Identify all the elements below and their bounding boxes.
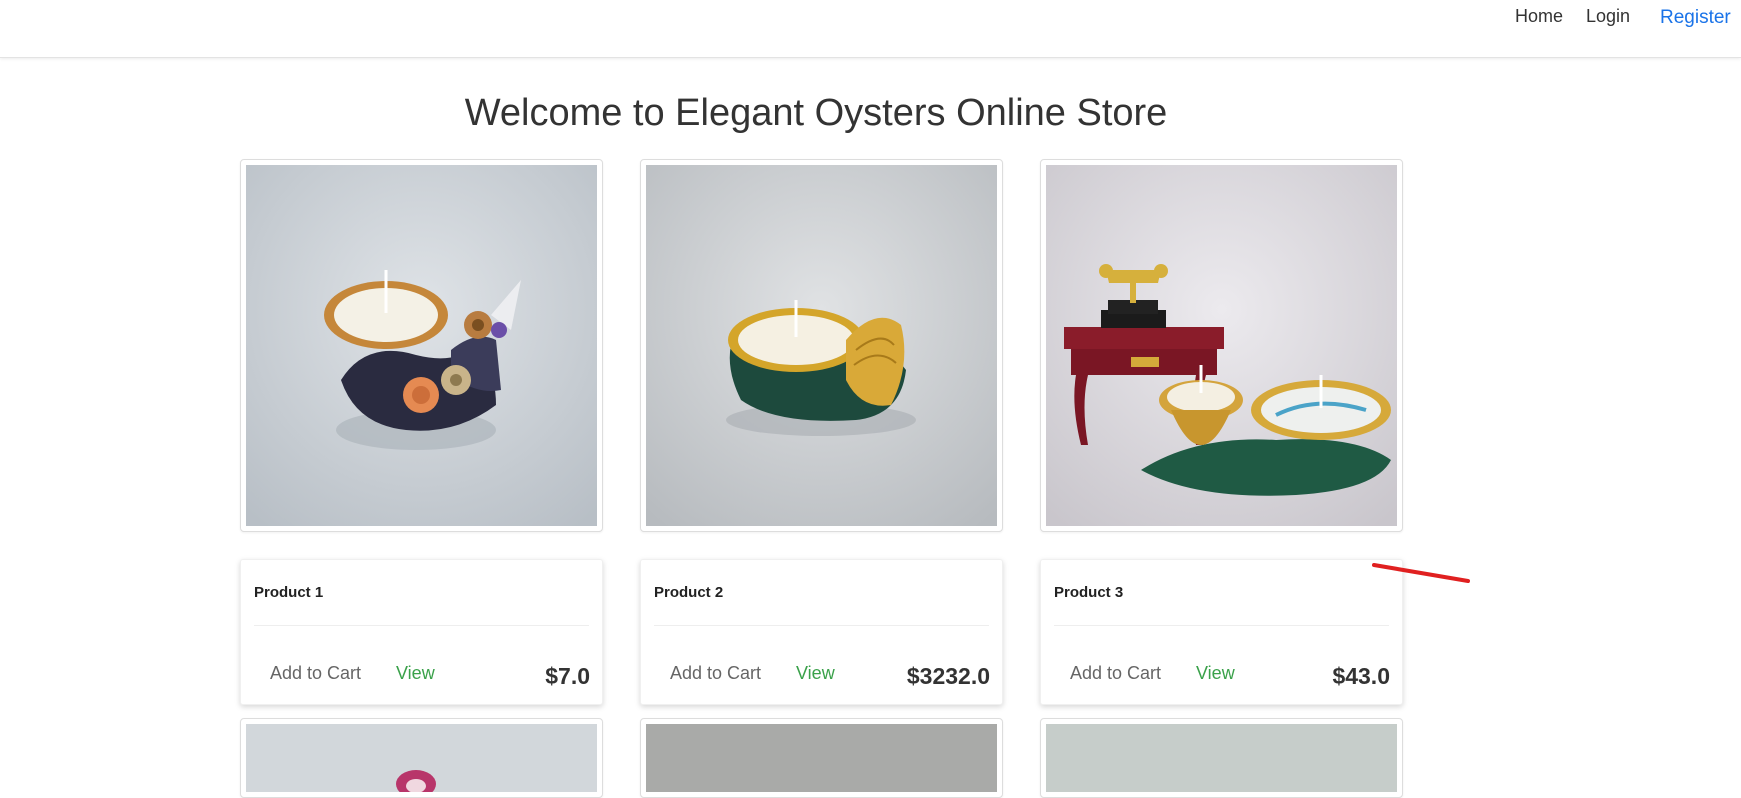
card-divider <box>254 625 589 626</box>
nav-login-link[interactable]: Login <box>1586 6 1630 27</box>
product-name: Product 3 <box>1054 584 1124 601</box>
red-annotation-mark <box>1372 563 1470 583</box>
product-image <box>646 165 997 526</box>
add-to-cart-button[interactable]: Add to Cart <box>270 663 361 684</box>
product-image-frame[interactable] <box>640 159 1003 532</box>
top-navbar: Home Login Register <box>0 0 1741 58</box>
product-price: $3232.0 <box>906 663 990 689</box>
product-price: $43.0 <box>1332 663 1390 689</box>
product-card: Product 2 Add to Cart View $3232.0 <box>640 559 1003 705</box>
product-image-partial <box>1046 724 1397 792</box>
product-image-frame[interactable] <box>240 718 603 798</box>
product-image <box>246 165 597 526</box>
add-to-cart-button[interactable]: Add to Cart <box>670 663 761 684</box>
product-image-partial <box>646 724 997 792</box>
add-to-cart-button[interactable]: Add to Cart <box>1070 663 1161 684</box>
oyster-candle-image <box>646 165 997 526</box>
product-image <box>1046 165 1397 526</box>
view-product-link[interactable]: View <box>1196 663 1235 684</box>
product-card: Product 3 Add to Cart View $43.0 <box>1040 559 1403 705</box>
product-image-partial <box>246 724 597 792</box>
oyster-candle-image <box>1046 165 1397 526</box>
product-name: Product 1 <box>254 584 324 601</box>
product-image-frame[interactable] <box>1040 159 1403 532</box>
product-name: Product 2 <box>654 584 724 601</box>
card-divider <box>1054 625 1389 626</box>
view-product-link[interactable]: View <box>796 663 835 684</box>
product-price: $7.0 <box>545 663 590 689</box>
product-image <box>246 724 597 792</box>
card-divider <box>654 625 989 626</box>
product-image-frame[interactable] <box>1040 718 1403 798</box>
product-image-frame[interactable] <box>640 718 1003 798</box>
page-title: Welcome to Elegant Oysters Online Store <box>464 92 1168 134</box>
nav-register-link[interactable]: Register <box>1660 7 1731 29</box>
product-image-frame[interactable] <box>240 159 603 532</box>
nav-home-link[interactable]: Home <box>1515 6 1563 27</box>
view-product-link[interactable]: View <box>396 663 435 684</box>
product-image <box>646 724 997 792</box>
oyster-candle-image <box>246 165 597 526</box>
product-image <box>1046 724 1397 792</box>
product-card: Product 1 Add to Cart View $7.0 <box>240 559 603 705</box>
